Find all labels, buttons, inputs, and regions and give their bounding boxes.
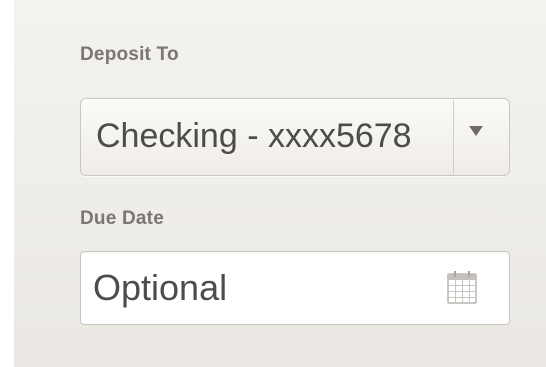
deposit-to-selected-value: Checking - xxxx5678 bbox=[96, 117, 412, 155]
form-panel: Deposit To Checking - xxxx5678 Due Date bbox=[14, 0, 546, 367]
due-date-field[interactable] bbox=[80, 251, 510, 325]
due-date-label: Due Date bbox=[80, 208, 164, 229]
deposit-to-dropdown-button[interactable] bbox=[454, 99, 509, 175]
chevron-down-icon bbox=[469, 126, 483, 136]
due-date-input[interactable] bbox=[93, 262, 423, 314]
deposit-to-select[interactable]: Checking - xxxx5678 bbox=[80, 98, 510, 176]
calendar-icon[interactable] bbox=[447, 270, 477, 304]
deposit-to-label: Deposit To bbox=[80, 44, 179, 65]
